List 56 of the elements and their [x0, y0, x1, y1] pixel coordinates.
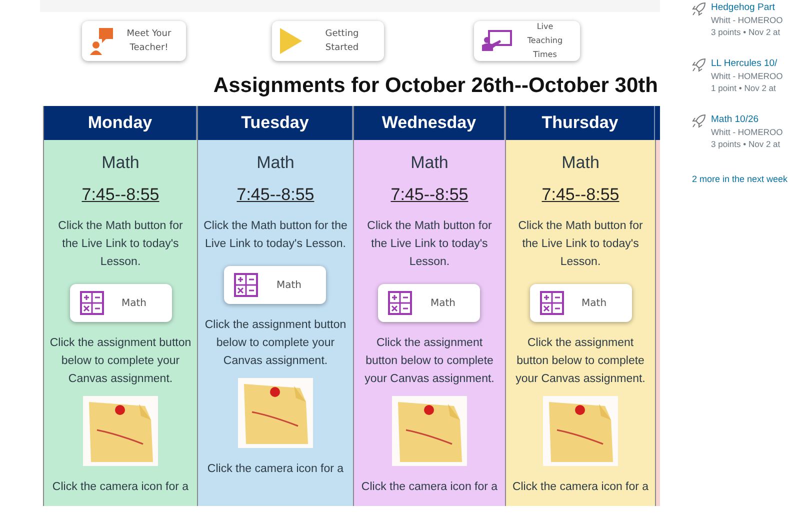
subject-title: Math [256, 153, 294, 173]
instruction-text: Click the Math button for the Live Link to today's Lesson. [517, 219, 644, 270]
class-time: 7:45--8:55 [542, 185, 620, 205]
calculator-icon [80, 291, 104, 315]
instruction-text: Click the camera icon for a [51, 480, 190, 495]
teacher-board-icon [482, 30, 512, 52]
rocket-icon [692, 114, 706, 128]
sticky-note-drawing[interactable] [238, 378, 313, 448]
math-button[interactable]: Math [530, 284, 632, 322]
math-button[interactable]: Math [378, 284, 480, 322]
instruction-text: Click the camera icon for a [360, 480, 499, 495]
nav-button[interactable]: Getting Started [272, 21, 384, 61]
due-info: 1 point • Nov 2 at [711, 82, 777, 94]
instruction-text: Click the assignment button below to complete your Canvas assignment. [514, 336, 646, 387]
subject-title: Math [410, 153, 448, 173]
instruction-text: Click the camera icon for a [511, 480, 650, 495]
course-name: Whitt - HOMEROO [711, 70, 783, 82]
class-time: 7:45--8:55 [390, 185, 468, 205]
class-time: 7:45--8:55 [82, 185, 160, 205]
subject-title: Math [102, 153, 140, 173]
nav-button[interactable]: Meet Your Teacher! [82, 21, 186, 61]
rocket-icon [692, 2, 706, 16]
instruction-text: Click the Math button for the Live Link to today's Lesson. [366, 219, 493, 270]
instruction-text: Click the Math button for the Live Link to today's Lesson. [202, 219, 348, 252]
more-link[interactable]: 2 more in the next week [692, 174, 788, 184]
instruction-text: Click the camera icon for a [206, 462, 345, 477]
assignment-link[interactable]: Hedgehog Part [711, 1, 783, 14]
sticky-note-drawing[interactable] [543, 396, 618, 466]
course-name: Whitt - HOMEROO [711, 14, 783, 26]
assignment-link[interactable]: LL Hercules 10/ [711, 57, 783, 70]
calculator-icon [540, 291, 564, 315]
day-header: Monday [44, 106, 197, 140]
due-info: 3 points • Nov 2 at [711, 138, 782, 150]
subject-title: Math [562, 153, 600, 173]
calculator-icon [388, 291, 412, 315]
calculator-icon [234, 273, 258, 297]
day-header: Tuesday [198, 106, 353, 140]
day-header: Wednesday [354, 106, 505, 140]
sticky-note-drawing[interactable] [392, 396, 467, 466]
rocket-icon [692, 58, 706, 72]
page-heading: Assignments for October 26th--October 30th [212, 74, 658, 98]
day-header: Thursday [506, 106, 656, 140]
nav-button[interactable]: Live Teaching Times [474, 21, 580, 61]
teacher-speech-icon [90, 27, 114, 55]
due-info: 3 points • Nov 2 at [711, 26, 782, 38]
course-name: Whitt - HOMEROO [711, 126, 783, 138]
instruction-text: Click the assignment button below to complete your Canvas assignment. [364, 336, 496, 387]
instruction-text: Click the assignment button below to complete your Canvas assignment. [48, 336, 192, 387]
math-button[interactable]: Math [224, 266, 326, 304]
math-button[interactable]: Math [70, 284, 172, 322]
class-time: 7:45--8:55 [236, 185, 314, 205]
instruction-text: Click the Math button for the Live Link to today's Lesson. [57, 219, 184, 270]
sticky-note-drawing[interactable] [83, 396, 158, 466]
assignment-link[interactable]: Math 10/26 [711, 113, 783, 126]
play-icon [280, 28, 302, 54]
instruction-text: Click the assignment button below to complete your Canvas assignment. [204, 318, 348, 369]
